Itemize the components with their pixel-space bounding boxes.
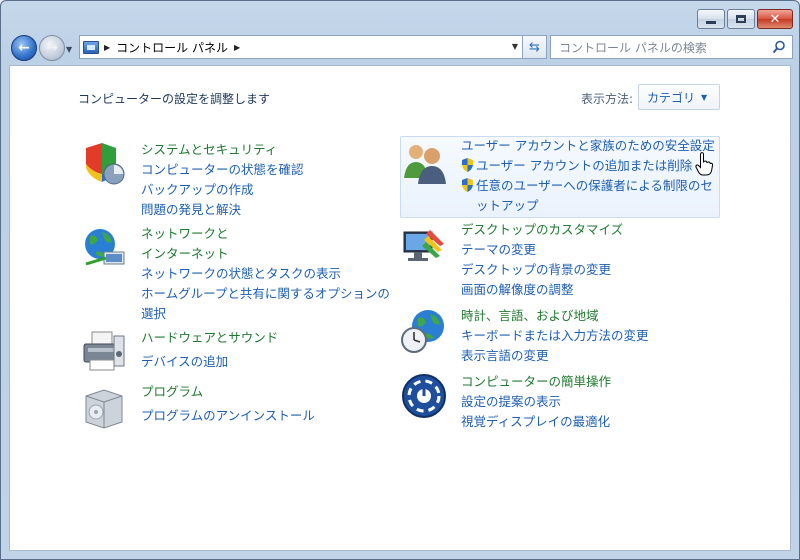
- category-title-clock[interactable]: 時計、言語、および地域: [461, 306, 599, 326]
- link-check-status[interactable]: コンピューターの状態を確認: [141, 160, 304, 180]
- link-troubleshoot[interactable]: 問題の発見と解決: [141, 200, 304, 220]
- link-change-display-language[interactable]: 表示言語の変更: [461, 346, 649, 366]
- category-title-user-accounts[interactable]: ユーザー アカウントと家族のための安全設定: [461, 136, 715, 156]
- category-links: デバイスの追加: [141, 352, 228, 372]
- clock-globe-icon: [401, 310, 444, 353]
- category-title-network[interactable]: ネットワークと: [141, 224, 229, 244]
- link-add-remove-accounts-label: ユーザー アカウントの追加または削除: [476, 158, 693, 173]
- category-links: コンピューターの状態を確認 バックアップの作成 問題の発見と解決: [141, 160, 304, 220]
- link-parental-controls[interactable]: 任意のユーザーへの保護者による制限のセ: [461, 176, 713, 196]
- minimize-button[interactable]: [697, 9, 725, 29]
- refresh-button[interactable]: ⇆: [523, 35, 547, 59]
- view-by-label: 表示方法:: [581, 92, 634, 106]
- link-parental-controls-line2[interactable]: ットアップ: [461, 196, 713, 216]
- ease-of-access-icon: [402, 374, 446, 418]
- main-content: コンピューターの設定を調整します 表示方法: カテゴリ ▼ システムとセキュリテ…: [9, 65, 791, 551]
- link-backup[interactable]: バックアップの作成: [141, 180, 304, 200]
- recent-pages-dropdown[interactable]: ▼: [66, 45, 72, 54]
- uac-shield-icon: [462, 158, 473, 172]
- link-adjust-resolution[interactable]: 画面の解像度の調整: [461, 280, 611, 300]
- link-suggested-settings[interactable]: 設定の提案の表示: [461, 392, 610, 412]
- back-arrow-icon: ←: [18, 40, 30, 56]
- link-change-keyboard[interactable]: キーボードまたは入力方法の変更: [461, 326, 649, 346]
- search-placeholder: コントロール パネルの検索: [559, 40, 707, 55]
- search-input[interactable]: コントロール パネルの検索: [550, 35, 793, 59]
- chevron-down-icon: ▼: [701, 92, 708, 102]
- view-by-dropdown[interactable]: カテゴリ ▼: [638, 84, 720, 110]
- link-add-device[interactable]: デバイスの追加: [141, 352, 228, 372]
- search-icon[interactable]: [772, 40, 786, 54]
- caption-buttons: ✕: [697, 9, 793, 29]
- category-title-ease-of-access[interactable]: コンピューターの簡単操作: [461, 372, 611, 392]
- page-subtitle: コンピューターの設定を調整します: [78, 92, 271, 106]
- close-icon: ✕: [769, 11, 781, 27]
- link-change-background[interactable]: デスクトップの背景の変更: [461, 260, 611, 280]
- user-accounts-icon: [404, 145, 446, 184]
- category-links: プログラムのアンインストール: [141, 406, 315, 426]
- forward-arrow-icon: →: [46, 40, 58, 56]
- close-button[interactable]: ✕: [757, 9, 793, 29]
- back-button[interactable]: ←: [11, 35, 37, 61]
- system-security-shield-icon: [86, 143, 125, 185]
- breadcrumb-control-panel[interactable]: コントロール パネル: [116, 39, 228, 56]
- chevron-right-icon[interactable]: ▶: [104, 43, 110, 52]
- network-globe-icon: [85, 229, 125, 266]
- link-add-remove-accounts[interactable]: ユーザー アカウントの追加または削除: [461, 156, 713, 176]
- chevron-right-icon[interactable]: ▶: [234, 43, 240, 52]
- category-links: ユーザー アカウントの追加または削除 任意のユーザーへの保護者による制限のセ ッ…: [461, 156, 713, 216]
- navigation-bar: ← → ▼ ▶ コントロール パネル ▶ ▼ ⇆ コントロール パネルの検索: [9, 31, 793, 63]
- category-title-hardware[interactable]: ハードウェアとサウンド: [141, 328, 278, 348]
- maximize-button[interactable]: [727, 9, 755, 29]
- control-panel-icon: [83, 40, 99, 54]
- category-links: キーボードまたは入力方法の変更 表示言語の変更: [461, 326, 649, 366]
- category-title-system-security[interactable]: システムとセキュリティ: [141, 140, 277, 160]
- address-dropdown-icon[interactable]: ▼: [512, 42, 518, 51]
- link-uninstall-program[interactable]: プログラムのアンインストール: [141, 406, 315, 426]
- category-links: ネットワークの状態とタスクの表示 ホームグループと共有に関するオプションの 選択: [141, 264, 390, 324]
- link-homegroup-options[interactable]: ホームグループと共有に関するオプションの: [141, 284, 390, 304]
- link-change-theme[interactable]: テーマの変更: [461, 240, 611, 260]
- minimize-icon: [706, 20, 716, 24]
- link-optimize-display[interactable]: 視覚ディスプレイの最適化: [461, 412, 610, 432]
- link-parental-controls-label: 任意のユーザーへの保護者による制限のセ: [476, 178, 713, 193]
- category-title-programs[interactable]: プログラム: [141, 382, 203, 402]
- forward-button[interactable]: →: [39, 35, 65, 61]
- maximize-icon: [736, 15, 746, 23]
- category-links: テーマの変更 デスクトップの背景の変更 画面の解像度の調整: [461, 240, 611, 300]
- printer-icon: [83, 331, 125, 371]
- link-homegroup-options-line2[interactable]: 選択: [141, 304, 390, 324]
- category-links: 設定の提案の表示 視覚ディスプレイの最適化: [461, 392, 610, 432]
- uac-shield-icon: [462, 178, 473, 192]
- desktop-personalize-icon: [403, 230, 444, 261]
- category-title-network-line2[interactable]: インターネット: [141, 244, 229, 264]
- refresh-icon: ⇆: [529, 39, 540, 55]
- view-by-value: カテゴリ: [647, 90, 696, 105]
- category-title-appearance[interactable]: デスクトップのカスタマイズ: [461, 220, 623, 240]
- address-bar[interactable]: ▶ コントロール パネル ▶ ▼: [79, 35, 523, 59]
- hand-cursor-icon: [695, 152, 713, 176]
- programs-box-icon: [85, 389, 123, 429]
- control-panel-window: ✕ ← → ▼ ▶ コントロール パネル ▶ ▼ ⇆ コントロール パネルの検索…: [0, 0, 800, 560]
- link-network-status[interactable]: ネットワークの状態とタスクの表示: [141, 264, 390, 284]
